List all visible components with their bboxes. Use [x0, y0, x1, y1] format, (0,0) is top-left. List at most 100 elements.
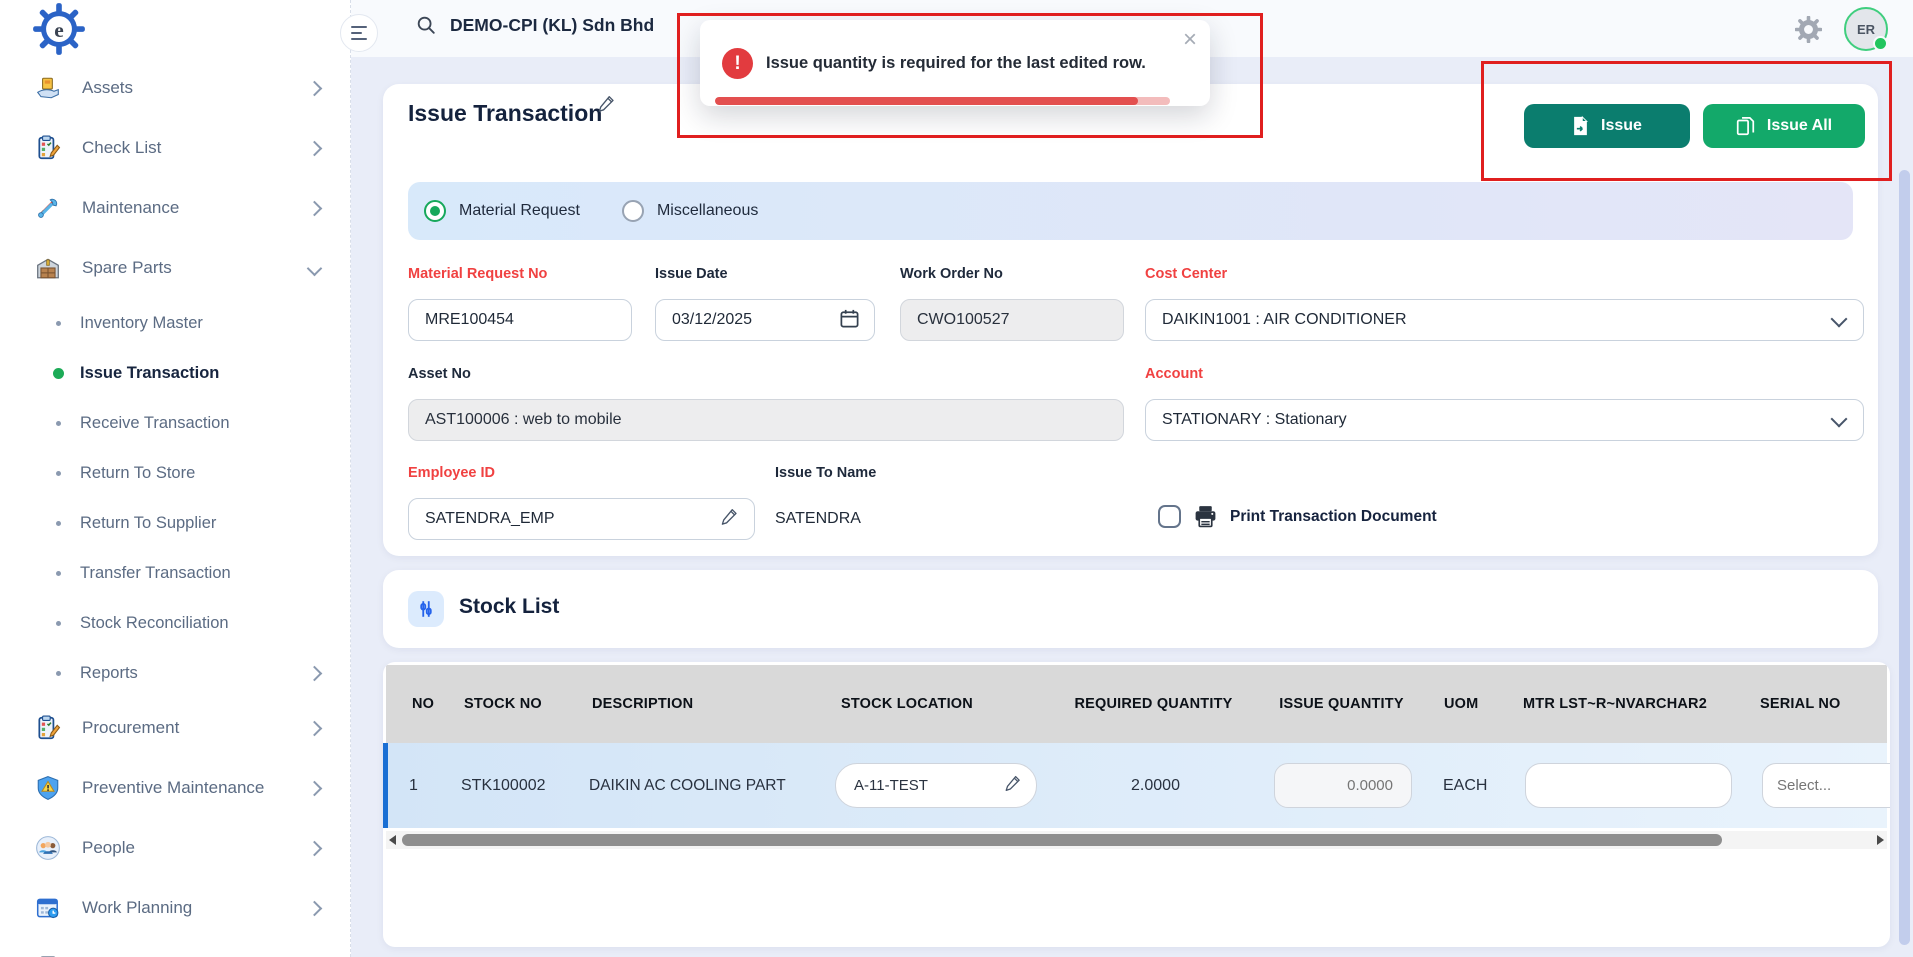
bullet-icon: [56, 321, 61, 326]
topbar-right: ER: [1795, 7, 1888, 51]
sidebar-item-reports[interactable]: Reports: [0, 648, 350, 698]
error-icon: !: [722, 48, 753, 79]
cell-required-quantity: 2.0000: [1068, 743, 1243, 828]
column-header-stock-location: STOCK LOCATION: [841, 665, 973, 743]
page-title: Issue Transaction: [408, 100, 602, 127]
transaction-type-radio-group: Material Request Miscellaneous: [408, 182, 1853, 240]
sidebar-item-more[interactable]: [0, 938, 350, 957]
scroll-left-arrow-icon[interactable]: [389, 835, 396, 845]
sidebar-item-receive-transaction[interactable]: Receive Transaction: [0, 398, 350, 448]
column-header-issue-quantity: ISSUE QUANTITY: [1271, 665, 1412, 743]
sidebar-item-label: Inventory Master: [80, 314, 320, 333]
sidebar-item-label: Reports: [80, 664, 293, 683]
active-bullet-icon: [53, 368, 64, 379]
sidebar: e Assets: [0, 0, 351, 957]
sidebar-item-transfer-transaction[interactable]: Transfer Transaction: [0, 548, 350, 598]
issue-button[interactable]: Issue: [1524, 104, 1690, 148]
calendar-icon[interactable]: [839, 308, 860, 329]
sidebar-toggle-button[interactable]: [340, 14, 378, 52]
checklist-icon: [34, 134, 62, 162]
sidebar-item-issue-transaction[interactable]: Issue Transaction: [0, 348, 350, 398]
sidebar-item-assets[interactable]: Assets: [0, 58, 350, 118]
stock-list-title: Stock List: [459, 595, 559, 619]
bullet-icon: [56, 621, 61, 626]
account-select[interactable]: STATIONARY : Stationary: [1145, 399, 1864, 441]
material-request-no-input[interactable]: [408, 299, 632, 341]
user-avatar[interactable]: ER: [1844, 7, 1888, 51]
sidebar-item-label: Stock Reconciliation: [80, 614, 320, 633]
issue-date-label: Issue Date: [655, 266, 728, 282]
sidebar-item-stock-reconciliation[interactable]: Stock Reconciliation: [0, 598, 350, 648]
chevron-right-icon: [307, 200, 323, 216]
cost-center-label: Cost Center: [1145, 266, 1227, 282]
material-request-no-label: Material Request No: [408, 266, 547, 282]
app-logo[interactable]: e: [32, 2, 86, 56]
sidebar-item-return-to-supplier[interactable]: Return To Supplier: [0, 498, 350, 548]
sidebar-item-spare-parts[interactable]: Spare Parts: [0, 238, 350, 298]
settings-gear-icon[interactable]: [1795, 16, 1822, 43]
work-planning-icon: [34, 894, 62, 922]
people-icon: [34, 834, 62, 862]
print-transaction-label: Print Transaction Document: [1230, 508, 1437, 526]
bullet-icon: [56, 571, 61, 576]
chevron-down-icon: [1831, 411, 1848, 428]
cell-no: 1: [409, 743, 418, 828]
radio-miscellaneous[interactable]: Miscellaneous: [622, 200, 758, 222]
sidebar-item-preventive-maintenance[interactable]: Preventive Maintenance: [0, 758, 350, 818]
column-header-serial-no: SERIAL NO: [1760, 665, 1841, 743]
sidebar-item-people[interactable]: People: [0, 818, 350, 878]
radio-unselected-icon: [622, 200, 644, 222]
issue-quantity-input[interactable]: [1274, 763, 1412, 808]
sidebar-menu: Assets Check List: [0, 58, 350, 957]
online-status-dot: [1873, 36, 1888, 51]
avatar-initials: ER: [1857, 22, 1875, 37]
employee-id-label: Employee ID: [408, 465, 495, 481]
column-header-required-quantity: REQUIRED QUANTITY: [1066, 665, 1241, 743]
sidebar-item-procurement[interactable]: Procurement: [0, 698, 350, 758]
printer-icon: [1193, 504, 1218, 529]
horizontal-scrollbar[interactable]: [386, 831, 1887, 849]
serial-no-select[interactable]: [1762, 763, 1890, 808]
sidebar-item-return-to-store[interactable]: Return To Store: [0, 448, 350, 498]
stock-list-header-card: Stock List: [383, 570, 1878, 648]
sidebar-item-label: Assets: [82, 78, 289, 98]
issue-document-icon: [1572, 116, 1589, 136]
global-search[interactable]: DEMO-CPI (KL) Sdn Bhd: [415, 14, 654, 36]
close-icon[interactable]: ×: [1183, 24, 1197, 55]
sidebar-item-label: Issue Transaction: [80, 364, 320, 383]
sidebar-item-maintenance[interactable]: Maintenance: [0, 178, 350, 238]
issue-to-name-value: SATENDRA: [775, 510, 861, 528]
table-header: NO STOCK NO DESCRIPTION STOCK LOCATION R…: [386, 665, 1887, 743]
bullet-icon: [56, 421, 61, 426]
mtr-lst-input[interactable]: [1525, 763, 1732, 808]
chevron-right-icon: [307, 665, 323, 681]
issue-all-button-label: Issue All: [1767, 117, 1832, 135]
cell-uom: EACH: [1443, 743, 1487, 828]
spare-parts-icon: [34, 254, 62, 282]
preventive-maintenance-icon: [34, 774, 62, 802]
edit-icon[interactable]: [1003, 775, 1022, 794]
sliders-icon: [408, 591, 444, 627]
print-transaction-checkbox[interactable]: [1158, 505, 1181, 528]
radio-material-request[interactable]: Material Request: [424, 200, 580, 222]
edit-icon[interactable]: [719, 508, 739, 528]
scrollbar-thumb[interactable]: [402, 834, 1722, 846]
bullet-icon: [56, 521, 61, 526]
edit-icon[interactable]: [596, 95, 616, 115]
sidebar-item-work-planning[interactable]: Work Planning: [0, 878, 350, 938]
assets-icon: [34, 74, 62, 102]
employee-id-input[interactable]: [408, 498, 755, 540]
scroll-right-arrow-icon[interactable]: [1877, 835, 1884, 845]
sidebar-item-inventory-master[interactable]: Inventory Master: [0, 298, 350, 348]
asset-no-input: [408, 399, 1124, 441]
cost-center-select[interactable]: DAIKIN1001 : AIR CONDITIONER: [1145, 299, 1864, 341]
issue-all-button[interactable]: Issue All: [1703, 104, 1865, 148]
bullet-icon: [56, 471, 61, 476]
vertical-scrollbar-thumb[interactable]: [1899, 170, 1910, 945]
sidebar-item-check-list[interactable]: Check List: [0, 118, 350, 178]
error-toast: ! Issue quantity is required for the las…: [700, 20, 1210, 106]
toast-message: Issue quantity is required for the last …: [766, 54, 1146, 73]
bullet-icon: [56, 671, 61, 676]
asset-no-label: Asset No: [408, 366, 471, 382]
gear-logo-icon: e: [32, 2, 86, 56]
